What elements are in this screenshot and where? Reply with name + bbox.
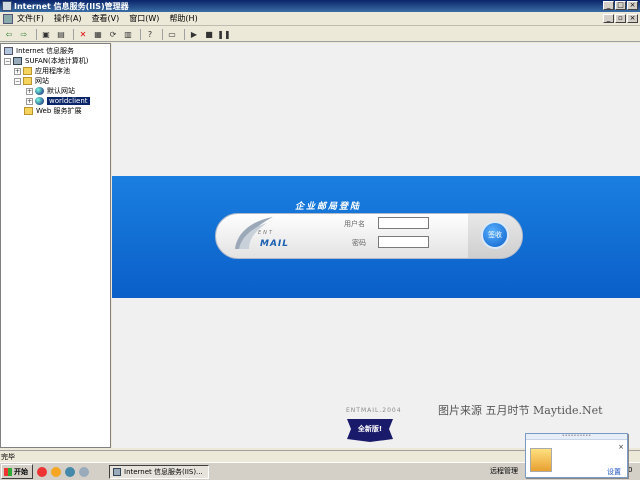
logo-ent-text: ENT <box>258 230 274 236</box>
avatar-icon[interactable] <box>530 448 552 472</box>
close-button[interactable]: × <box>627 1 638 10</box>
stop-icon[interactable]: ■ <box>203 29 215 40</box>
menu-window[interactable]: 窗口(W) <box>129 13 159 24</box>
tree-item-label: Web 服务扩展 <box>36 107 82 115</box>
menu-action[interactable]: 操作(A) <box>54 13 82 24</box>
console-icon[interactable] <box>3 13 13 24</box>
signin-button[interactable]: 签收 <box>481 221 509 249</box>
toolbar-separator <box>162 28 163 40</box>
back-arrow-icon[interactable]: ⇦ <box>3 29 15 40</box>
version-text: ENTMAIL.2004 <box>346 407 402 414</box>
remote-admin-label[interactable]: 远程管理 <box>490 466 518 476</box>
menu-bar: 文件(F) 操作(A) 查看(V) 窗口(W) 帮助(H) _ ▫ × <box>0 12 640 26</box>
toolbar-separator <box>184 28 185 40</box>
windows-flag-icon <box>4 467 12 476</box>
globe-icon <box>35 97 44 105</box>
properties-icon[interactable]: ▦ <box>92 29 104 40</box>
toolbar: ⇦ ⇨ ▣ ▤ ✕ ▦ ⟳ ▥ ? ▭ ▶ ■ ❚❚ <box>0 27 640 42</box>
menu-help[interactable]: 帮助(H) <box>169 13 197 24</box>
collapse-icon[interactable]: − <box>14 77 21 85</box>
collapse-icon[interactable]: − <box>4 57 11 65</box>
export-list-icon[interactable]: ▥ <box>122 29 134 40</box>
maximize-button[interactable]: □ <box>615 1 626 10</box>
window-title: Internet 信息服务(IIS)管理器 <box>14 1 129 11</box>
password-input[interactable] <box>378 236 429 248</box>
tree-item-worldclient[interactable]: + worldclient <box>26 96 90 106</box>
tree-item-label: 默认网站 <box>47 87 75 95</box>
refresh-icon[interactable]: ⟳ <box>107 29 119 40</box>
expand-icon[interactable]: + <box>14 67 21 75</box>
computer-icon <box>13 57 22 65</box>
start-label: 开始 <box>14 467 28 476</box>
tree-item-app-pools[interactable]: + 应用程序池 <box>14 66 70 76</box>
content-pane: ENT MAIL 企业邮局登陆 用户名 密码 签收 ENTMAIL.2004 全… <box>112 43 640 448</box>
help-icon[interactable]: ? <box>144 29 156 40</box>
folder-icon <box>23 77 32 85</box>
minimize-button[interactable]: _ <box>603 1 614 10</box>
watermark-text: 图片来源 五月时节 Maytide.Net <box>438 404 603 417</box>
username-label: 用户名 <box>344 220 365 228</box>
tray-clock: 0 <box>628 466 633 474</box>
tree-item-label: Internet 信息服务 <box>16 47 75 55</box>
expand-icon[interactable]: + <box>26 97 33 105</box>
taskbar-task-iis[interactable]: Internet 信息服务(IIS)... <box>109 465 209 479</box>
play-icon[interactable]: ▶ <box>188 29 200 40</box>
child-close-button[interactable]: × <box>627 14 638 23</box>
delete-icon[interactable]: ✕ <box>77 29 89 40</box>
tree-pane: Internet 信息服务 − SUFAN(本地计算机) + 应用程序池 − 网… <box>0 43 111 448</box>
tree-item-server[interactable]: − SUFAN(本地计算机) <box>4 56 88 66</box>
password-label: 密码 <box>352 239 366 247</box>
start-button[interactable]: 开始 <box>1 464 33 479</box>
folder-icon <box>23 67 32 75</box>
quicklaunch-browser-icon[interactable] <box>37 466 47 477</box>
child-minimize-button[interactable]: _ <box>603 14 614 23</box>
forward-arrow-icon[interactable]: ⇨ <box>18 29 30 40</box>
status-text: 完毕 <box>1 452 15 461</box>
up-folder-icon[interactable]: ▣ <box>40 29 52 40</box>
popup-close-icon[interactable]: × <box>618 443 624 451</box>
tree-item-web-extensions[interactable]: Web 服务扩展 <box>24 106 82 116</box>
iis-icon <box>113 468 121 476</box>
tree-item-label: worldclient <box>47 97 90 105</box>
iis-app-icon <box>2 1 12 11</box>
popup-grip[interactable]: •••••••••• <box>526 434 627 440</box>
new-version-badge-text: 全新版! <box>357 425 383 433</box>
tree-item-label: SUFAN(本地计算机) <box>25 57 89 65</box>
tree-item-iis-root[interactable]: Internet 信息服务 <box>4 46 74 56</box>
globe-icon <box>35 87 44 95</box>
pause-icon[interactable]: ❚❚ <box>217 29 230 40</box>
quicklaunch-ie-icon[interactable] <box>51 466 61 477</box>
toolbar-separator <box>36 28 37 40</box>
expand-icon[interactable]: + <box>26 87 33 95</box>
quicklaunch-desktop-icon[interactable] <box>65 466 75 477</box>
toolbar-separator <box>140 28 141 40</box>
login-title: 企业邮局登陆 <box>295 202 362 212</box>
tree-item-sites[interactable]: − 网站 <box>14 76 49 86</box>
task-label: Internet 信息服务(IIS)... <box>124 468 203 476</box>
show-tree-icon[interactable]: ▤ <box>55 29 67 40</box>
title-bar: Internet 信息服务(IIS)管理器 _ □ × <box>0 0 640 12</box>
menu-view[interactable]: 查看(V) <box>92 13 120 24</box>
tree-item-label: 应用程序池 <box>35 67 70 75</box>
notification-popup: •••••••••• × 设置 <box>525 433 628 478</box>
iis-icon <box>4 47 13 55</box>
logo-mail-text: MAIL <box>260 239 290 249</box>
menu-file[interactable]: 文件(F) <box>17 13 44 24</box>
computer-icon[interactable]: ▭ <box>166 29 178 40</box>
quicklaunch-explorer-icon[interactable] <box>79 466 89 477</box>
tree-item-label: 网站 <box>35 77 49 85</box>
folder-icon <box>24 107 33 115</box>
tree-item-default-site[interactable]: + 默认网站 <box>26 86 75 96</box>
popup-settings-link[interactable]: 设置 <box>607 467 621 477</box>
toolbar-separator <box>73 28 74 40</box>
child-restore-button[interactable]: ▫ <box>615 14 626 23</box>
username-input[interactable] <box>378 217 429 229</box>
